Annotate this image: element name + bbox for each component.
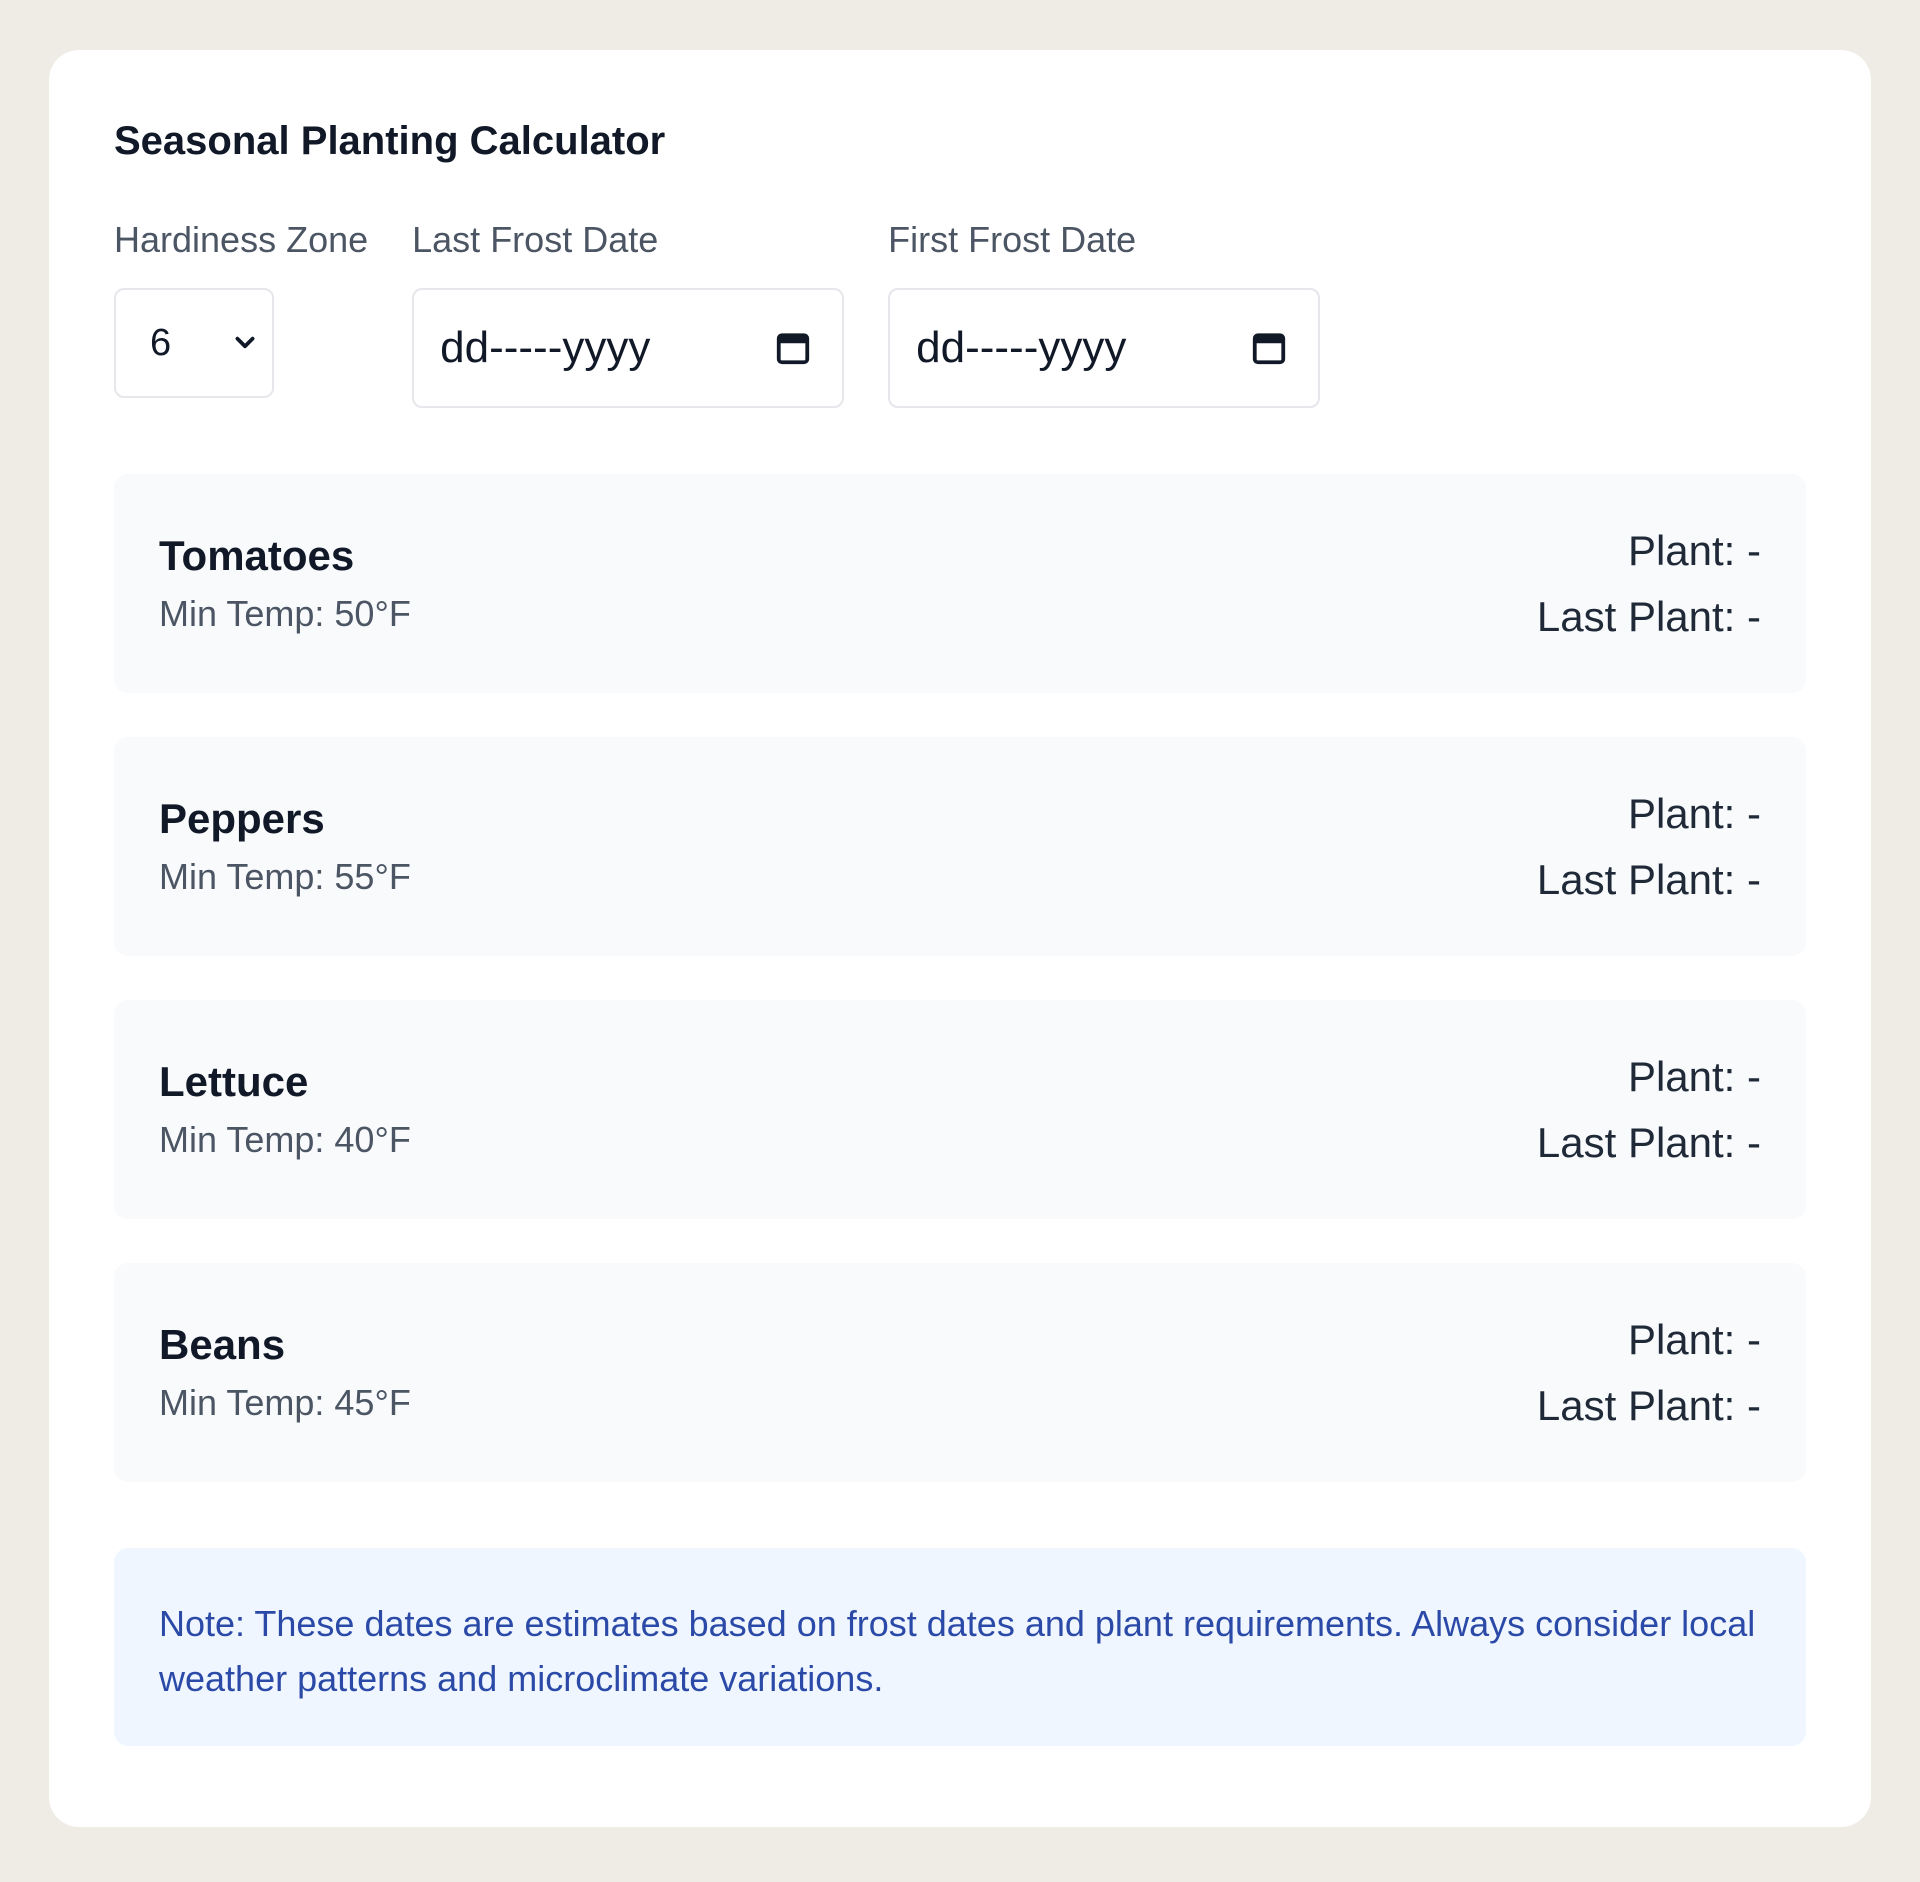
- first-frost-date-input[interactable]: dd-----yyyy: [888, 288, 1321, 408]
- disclaimer-note: Note: These dates are estimates based on…: [114, 1548, 1806, 1746]
- crop-min-temp: Min Temp: 45°F: [159, 1381, 411, 1423]
- last-plant-date: Last Plant: -: [1536, 1118, 1761, 1166]
- zone-label: Hardiness Zone: [114, 219, 369, 260]
- zone-control: Hardiness Zone 6: [114, 218, 368, 408]
- crop-min-temp: Min Temp: 55°F: [159, 855, 411, 897]
- crop-row-beans: Beans Min Temp: 45°F Plant: - Last Plant…: [114, 1263, 1806, 1482]
- crop-dates: Plant: - Last Plant: -: [1537, 781, 1761, 913]
- calendar-icon[interactable]: [774, 329, 812, 367]
- crop-name: Tomatoes: [159, 531, 355, 579]
- crop-list: Tomatoes Min Temp: 50°F Plant: - Last Pl…: [114, 474, 1806, 1482]
- crop-name: Peppers: [159, 794, 325, 842]
- calendar-icon[interactable]: [1250, 329, 1288, 367]
- plant-date: Plant: -: [1627, 1052, 1761, 1100]
- first-frost-control: First Frost Date dd-----yyyy: [888, 218, 1321, 408]
- chevron-down-icon: [235, 336, 255, 349]
- plant-date: Plant: -: [1627, 789, 1761, 837]
- crop-name: Beans: [159, 1320, 286, 1368]
- crop-info: Tomatoes Min Temp: 50°F: [159, 529, 411, 639]
- last-plant-date: Last Plant: -: [1536, 592, 1761, 640]
- crop-name: Lettuce: [159, 1057, 309, 1105]
- first-frost-placeholder: dd-----yyyy: [916, 323, 1127, 372]
- crop-info: Lettuce Min Temp: 40°F: [159, 1055, 411, 1165]
- last-frost-date-input[interactable]: dd-----yyyy: [412, 288, 845, 408]
- last-frost-control: Last Frost Date dd-----yyyy: [412, 218, 845, 408]
- crop-dates: Plant: - Last Plant: -: [1537, 1307, 1761, 1439]
- crop-row-lettuce: Lettuce Min Temp: 40°F Plant: - Last Pla…: [114, 1000, 1806, 1219]
- crop-row-peppers: Peppers Min Temp: 55°F Plant: - Last Pla…: [114, 737, 1806, 956]
- first-frost-label: First Frost Date: [888, 219, 1137, 260]
- crop-dates: Plant: - Last Plant: -: [1537, 518, 1761, 650]
- plant-date: Plant: -: [1627, 526, 1761, 574]
- page-title: Seasonal Planting Calculator: [114, 119, 666, 163]
- crop-dates: Plant: - Last Plant: -: [1537, 1044, 1761, 1176]
- last-plant-date: Last Plant: -: [1536, 1381, 1761, 1429]
- hardiness-zone-select[interactable]: 6: [114, 288, 274, 398]
- crop-row-tomatoes: Tomatoes Min Temp: 50°F Plant: - Last Pl…: [114, 474, 1806, 693]
- crop-min-temp: Min Temp: 40°F: [159, 1118, 411, 1160]
- last-plant-date: Last Plant: -: [1536, 855, 1761, 903]
- last-frost-placeholder: dd-----yyyy: [440, 323, 651, 372]
- crop-info: Beans Min Temp: 45°F: [159, 1318, 411, 1428]
- plant-date: Plant: -: [1627, 1315, 1761, 1363]
- controls-row: Hardiness Zone 6 Last Frost Date dd-----…: [114, 218, 1806, 408]
- last-frost-label: Last Frost Date: [412, 219, 659, 260]
- zone-value: 6: [150, 321, 172, 364]
- crop-min-temp: Min Temp: 50°F: [159, 592, 411, 634]
- crop-info: Peppers Min Temp: 55°F: [159, 792, 411, 902]
- planting-calculator-card: Seasonal Planting Calculator Hardiness Z…: [49, 50, 1871, 1827]
